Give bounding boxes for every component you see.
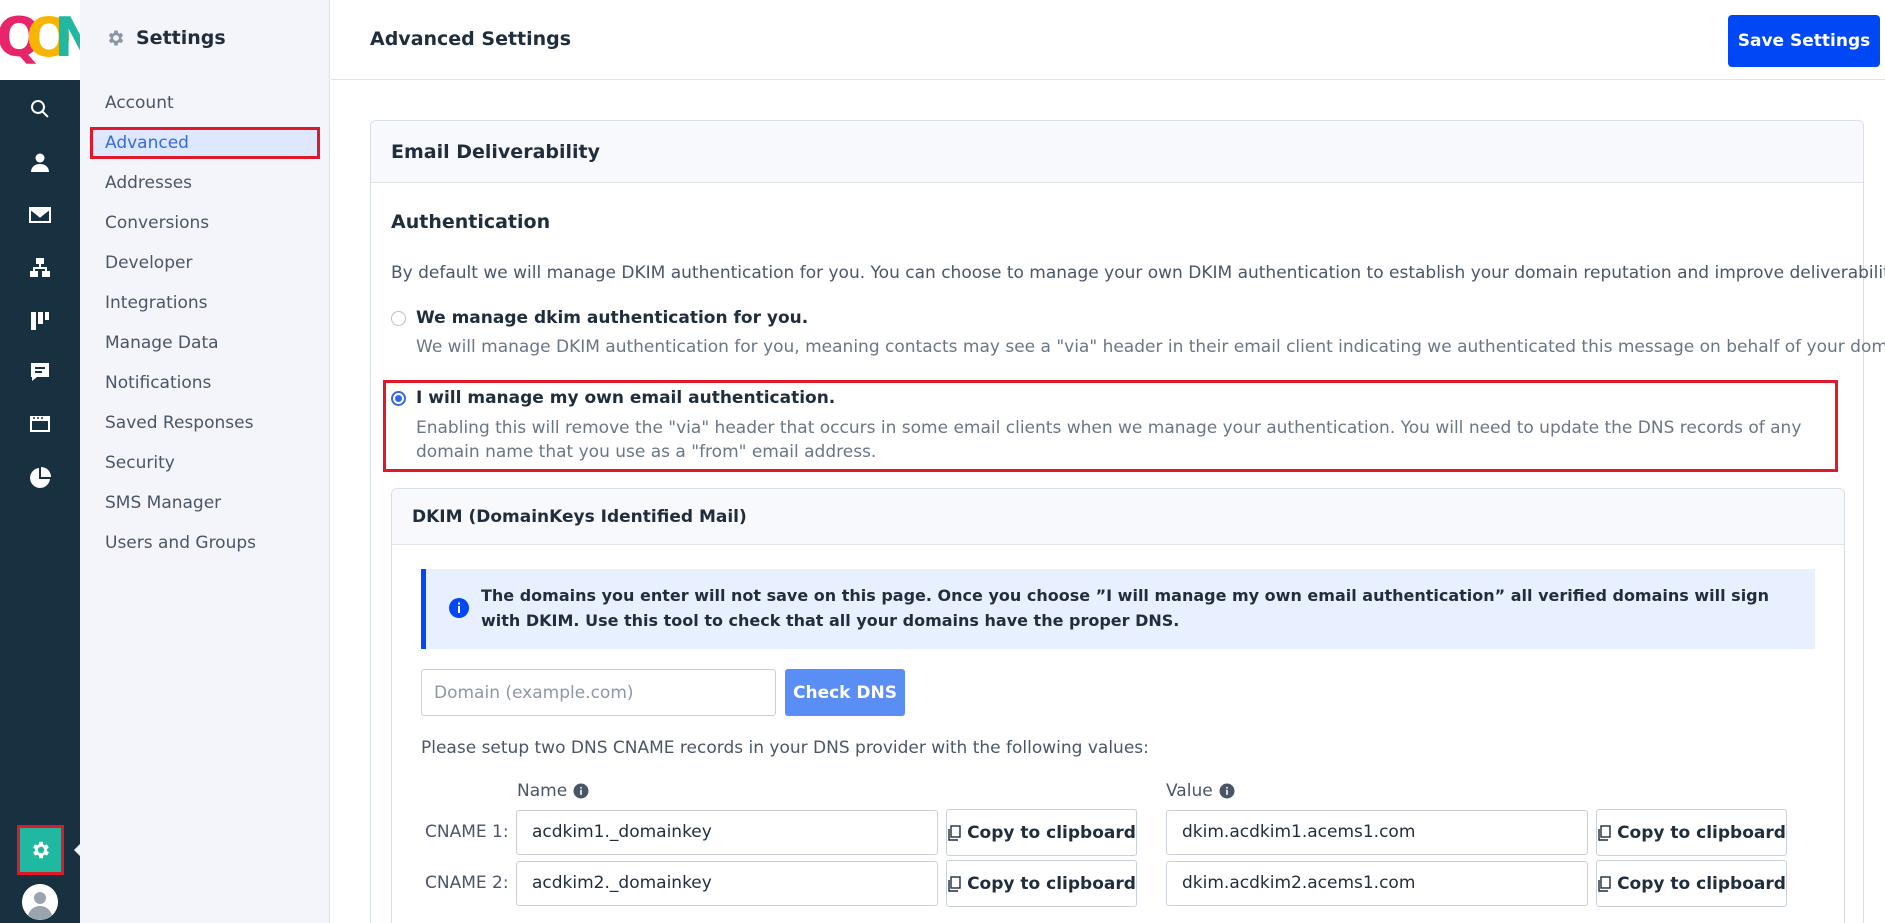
nav-item-users-and-groups[interactable]: Users and Groups xyxy=(90,527,320,559)
nav-item-account[interactable]: Account xyxy=(90,87,320,119)
option-we-manage-title[interactable]: We manage dkim authentication for you. xyxy=(416,308,808,328)
copy-icon xyxy=(1598,875,1611,892)
settings-gear-icon[interactable] xyxy=(17,825,64,875)
setup-instructions: Please setup two DNS CNAME records in yo… xyxy=(421,738,1149,758)
check-dns-button[interactable]: Check DNS xyxy=(785,669,905,716)
pipelines-icon[interactable] xyxy=(20,301,60,341)
cname-1-name-field[interactable]: acdkim1._domainkey xyxy=(516,810,938,855)
nav-item-notifications[interactable]: Notifications xyxy=(90,367,320,399)
reports-icon[interactable] xyxy=(20,458,60,498)
radio-we-manage[interactable] xyxy=(391,311,406,326)
settings-header: Settings xyxy=(106,27,226,49)
cname-2-value-field[interactable]: dkim.acdkim2.acems1.com xyxy=(1166,861,1588,906)
email-icon[interactable] xyxy=(20,195,60,235)
nav-item-security[interactable]: Security xyxy=(90,447,320,479)
info-text: The domains you enter will not save on t… xyxy=(481,586,1770,630)
copy-cname-1-name-button[interactable]: Copy to clipboard xyxy=(946,809,1137,856)
name-column-header: Name xyxy=(517,781,589,801)
search-icon[interactable] xyxy=(20,89,60,129)
nav-item-saved-responses[interactable]: Saved Responses xyxy=(90,407,320,439)
copy-icon xyxy=(948,824,961,841)
copy-label: Copy to clipboard xyxy=(967,822,1136,843)
avatar[interactable] xyxy=(22,884,58,920)
option-we-manage-desc: We will manage DKIM authentication for y… xyxy=(416,337,1885,357)
nav-item-addresses[interactable]: Addresses xyxy=(90,167,320,199)
cname-2-label: CNAME 2: xyxy=(425,873,509,893)
radio-own-manage[interactable] xyxy=(391,391,406,406)
page-header: Advanced Settings Save Settings xyxy=(331,0,1885,80)
site-icon[interactable] xyxy=(20,404,60,444)
value-column-header: Value xyxy=(1166,781,1235,801)
card-title: Email Deliverability xyxy=(371,121,1863,183)
option-own-manage-desc: Enabling this will remove the "via" head… xyxy=(416,418,1802,462)
info-banner: The domains you enter will not save on t… xyxy=(421,569,1815,649)
name-header-label: Name xyxy=(517,781,568,801)
nav-item-sms-manager[interactable]: SMS Manager xyxy=(90,487,320,519)
copy-label: Copy to clipboard xyxy=(967,873,1136,894)
copy-cname-2-value-button[interactable]: Copy to clipboard xyxy=(1596,860,1787,907)
app-logo[interactable]: Q O N xyxy=(0,0,80,80)
dkim-title: DKIM (DomainKeys Identified Mail) xyxy=(392,489,1844,545)
copy-label: Copy to clipboard xyxy=(1617,822,1786,843)
copy-cname-2-name-button[interactable]: Copy to clipboard xyxy=(946,860,1137,907)
contacts-icon[interactable] xyxy=(20,143,60,183)
domain-input[interactable] xyxy=(421,669,776,716)
nav-item-manage-data[interactable]: Manage Data xyxy=(90,327,320,359)
logo-letter-3: N xyxy=(54,6,80,69)
copy-cname-1-value-button[interactable]: Copy to clipboard xyxy=(1596,809,1787,856)
settings-title: Settings xyxy=(136,27,226,49)
cname-2-name-field[interactable]: acdkim2._domainkey xyxy=(516,861,938,906)
info-icon xyxy=(449,598,469,618)
app-rail: Q O N xyxy=(0,0,82,923)
nav-item-integrations[interactable]: Integrations xyxy=(90,287,320,319)
save-settings-button[interactable]: Save Settings xyxy=(1728,15,1880,67)
cname-1-value-field[interactable]: dkim.acdkim1.acems1.com xyxy=(1166,810,1588,855)
gear-icon xyxy=(108,30,124,46)
copy-label: Copy to clipboard xyxy=(1617,873,1786,894)
info-circle-icon[interactable] xyxy=(1219,783,1235,799)
nav-item-conversions[interactable]: Conversions xyxy=(90,207,320,239)
cname-1-label: CNAME 1: xyxy=(425,822,509,842)
value-header-label: Value xyxy=(1166,781,1213,801)
authentication-description: By default we will manage DKIM authentic… xyxy=(391,263,1885,283)
automations-icon[interactable] xyxy=(20,248,60,288)
authentication-heading: Authentication xyxy=(391,211,551,233)
nav-item-advanced[interactable]: Advanced xyxy=(90,127,320,159)
option-own-manage-title[interactable]: I will manage my own email authenticatio… xyxy=(416,388,835,408)
page-title: Advanced Settings xyxy=(370,28,572,50)
copy-icon xyxy=(948,875,961,892)
info-circle-icon[interactable] xyxy=(573,783,589,799)
settings-nav: Settings Account Advanced Addresses Conv… xyxy=(80,0,330,923)
nav-item-developer[interactable]: Developer xyxy=(90,247,320,279)
copy-icon xyxy=(1598,824,1611,841)
conversations-icon[interactable] xyxy=(20,352,60,392)
